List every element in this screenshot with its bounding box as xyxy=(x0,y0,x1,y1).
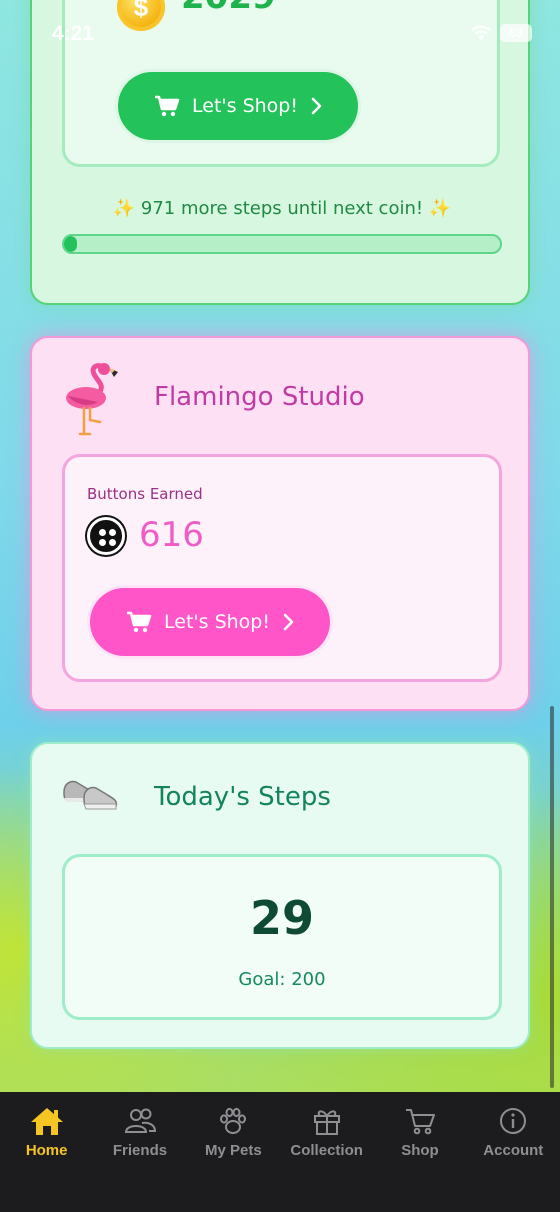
tab-shop-label: Shop xyxy=(401,1142,439,1159)
home-icon xyxy=(30,1108,63,1135)
battery-level: 53 xyxy=(509,26,523,40)
wifi-icon xyxy=(471,25,491,40)
tab-collection[interactable]: Collection xyxy=(280,1092,373,1212)
tab-my-pets[interactable]: My Pets xyxy=(187,1092,280,1212)
status-time: 4:21 xyxy=(52,22,95,45)
flamingo-studio-card: Flamingo Studio Buttons Earned 616 Let's… xyxy=(30,336,530,711)
todays-steps-title: Today's Steps xyxy=(154,782,331,812)
flamingo-shop-button-label: Let's Shop! xyxy=(164,611,270,633)
buttons-earned-label: Buttons Earned xyxy=(87,485,203,503)
cart-icon xyxy=(127,611,152,633)
steps-count: 29 xyxy=(249,891,314,945)
cart-icon xyxy=(405,1109,435,1135)
flamingo-icon xyxy=(66,363,118,436)
coin-progress-text: ✨ 971 more steps until next coin! ✨ xyxy=(112,198,452,219)
info-icon xyxy=(500,1108,527,1134)
status-icons: 53 xyxy=(470,24,532,42)
coin-progress-bar xyxy=(62,234,502,254)
tab-home-label: Home xyxy=(25,1142,68,1159)
buttons-earned-count: 616 xyxy=(139,515,204,555)
tab-collection-label: Collection xyxy=(290,1142,363,1159)
tab-my-pets-label: My Pets xyxy=(204,1142,262,1159)
tab-home[interactable]: Home xyxy=(0,1092,93,1212)
status-bar: 4:21 53 xyxy=(0,0,560,70)
friends-icon xyxy=(124,1108,156,1133)
paw-icon xyxy=(220,1107,247,1134)
coin-shop-button[interactable]: Let's Shop! xyxy=(115,69,361,143)
buttons-earned-panel: Buttons Earned 616 Let's Shop! xyxy=(62,454,502,682)
cart-icon xyxy=(155,95,180,117)
tab-account[interactable]: Account xyxy=(467,1092,560,1212)
tab-friends-label: Friends xyxy=(112,1142,168,1159)
sneakers-icon xyxy=(63,780,118,810)
chevron-right-icon xyxy=(283,613,294,631)
chevron-right-icon xyxy=(311,97,322,115)
coin-shop-button-label: Let's Shop! xyxy=(192,95,298,117)
coin-progress-fill xyxy=(64,236,78,252)
todays-steps-card: Today's Steps 29 Goal: 200 xyxy=(30,742,530,1049)
scrollbar[interactable] xyxy=(550,706,554,1088)
tab-shop[interactable]: Shop xyxy=(373,1092,466,1212)
battery-icon: 53 xyxy=(500,24,532,42)
flamingo-studio-title: Flamingo Studio xyxy=(154,382,365,412)
steps-panel: 29 Goal: 200 xyxy=(62,854,502,1020)
tab-bar: Home Friends My Pets Collection Shop Acc… xyxy=(0,1092,560,1212)
gift-icon xyxy=(313,1110,340,1135)
sewing-button-icon xyxy=(87,517,125,555)
tab-friends[interactable]: Friends xyxy=(93,1092,186,1212)
steps-goal: Goal: 200 xyxy=(238,969,326,990)
tab-account-label: Account xyxy=(483,1142,544,1159)
flamingo-shop-button[interactable]: Let's Shop! xyxy=(87,585,333,659)
